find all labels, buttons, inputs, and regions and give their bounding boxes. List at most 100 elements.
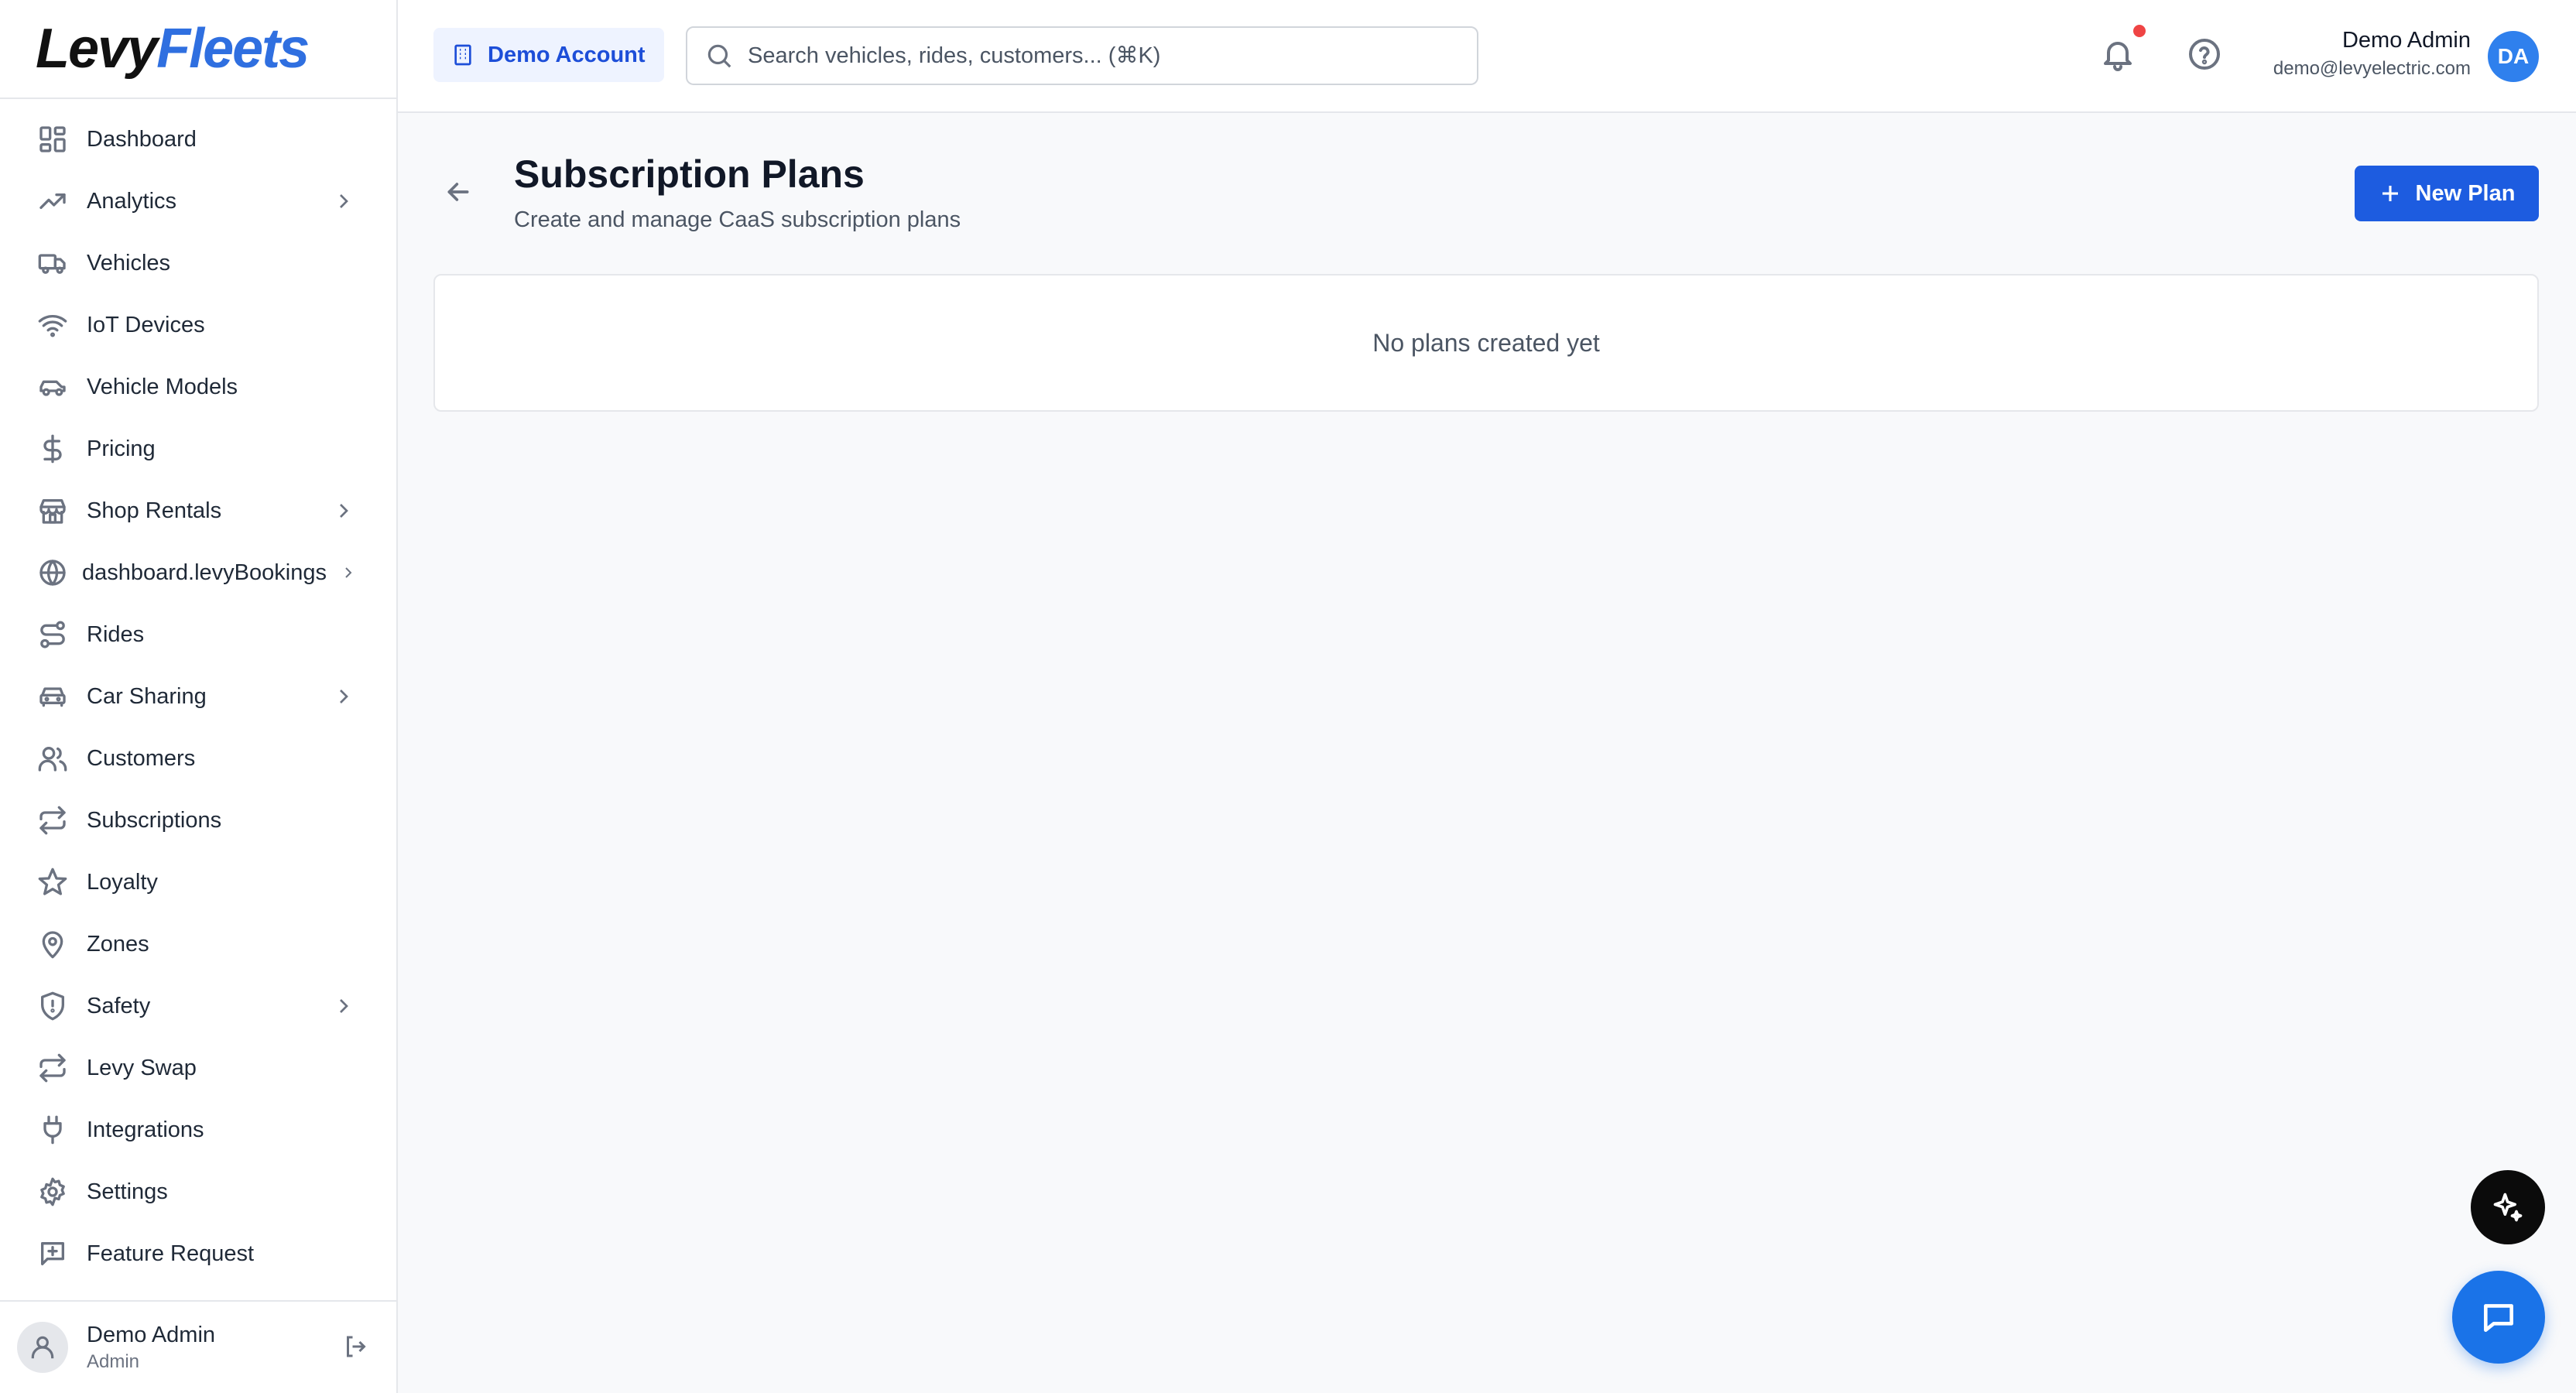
car-front-icon bbox=[36, 679, 70, 714]
sidebar-item-car-sharing[interactable]: Car Sharing bbox=[0, 666, 396, 727]
back-arrow-icon[interactable] bbox=[443, 176, 477, 210]
sparkles-icon bbox=[2493, 1193, 2523, 1222]
sidebar-item-label: Shop Rentals bbox=[87, 498, 222, 523]
sidebar-item-label: Vehicles bbox=[87, 250, 171, 276]
sidebar-item-label: Settings bbox=[87, 1179, 168, 1204]
new-plan-label: New Plan bbox=[2415, 180, 2516, 206]
sidebar-item-label: Rides bbox=[87, 621, 145, 647]
footer-user-role: Admin bbox=[87, 1350, 140, 1372]
sidebar-item-feature-request[interactable]: Feature Request bbox=[0, 1223, 396, 1285]
sidebar-item-shop-rentals[interactable]: Shop Rentals bbox=[0, 480, 396, 542]
ai-assistant-button[interactable] bbox=[2471, 1170, 2545, 1244]
sidebar-item-safety[interactable]: Safety bbox=[0, 975, 396, 1037]
sidebar-item-rides[interactable]: Rides bbox=[0, 604, 396, 666]
account-switcher-button[interactable]: Demo Account bbox=[433, 28, 664, 82]
sidebar-item-label: Dashboard bbox=[87, 126, 197, 152]
sidebar-item-pricing[interactable]: Pricing bbox=[0, 418, 396, 480]
help-circle-icon bbox=[2189, 39, 2220, 70]
page-title: Subscription Plans bbox=[514, 152, 865, 196]
chat-support-button[interactable] bbox=[2452, 1271, 2545, 1364]
notification-dot bbox=[2133, 25, 2146, 37]
sidebar-item-dashboard[interactable]: Dashboard bbox=[0, 108, 396, 170]
footer-user-name: Demo Admin bbox=[87, 1322, 216, 1347]
bell-icon bbox=[2104, 42, 2132, 71]
user-icon bbox=[31, 1336, 54, 1359]
chevron-right-icon bbox=[331, 498, 356, 523]
search-box bbox=[686, 26, 1478, 85]
notifications-button[interactable] bbox=[2099, 25, 2146, 76]
building-icon bbox=[454, 44, 471, 66]
sidebar-item-customers[interactable]: Customers bbox=[0, 727, 396, 789]
search-icon bbox=[707, 44, 731, 68]
sidebar-item-label: Vehicle Models bbox=[87, 374, 238, 399]
star-icon bbox=[36, 865, 70, 899]
sidebar-item-analytics[interactable]: Analytics bbox=[0, 170, 396, 232]
sidebar-item-levy-bookings[interactable]: dashboard.levyBookings bbox=[0, 542, 396, 604]
logout-icon[interactable] bbox=[342, 1333, 373, 1364]
account-label: Demo Account bbox=[488, 42, 646, 67]
main-content: Subscription Plans Create and manage Caa… bbox=[398, 113, 2576, 1393]
route-icon bbox=[36, 618, 70, 652]
shield-icon bbox=[36, 989, 70, 1023]
help-button[interactable] bbox=[2186, 36, 2226, 76]
chat-bubble-icon bbox=[2484, 1304, 2513, 1332]
wifi-icon bbox=[36, 308, 70, 342]
truck-icon bbox=[36, 246, 70, 280]
sidebar-item-zones[interactable]: Zones bbox=[0, 913, 396, 975]
sidebar-item-label: Car Sharing bbox=[87, 683, 207, 709]
sidebar: LevyFleets Dashboard Analytics Vehicles … bbox=[0, 0, 398, 1393]
sidebar-item-vehicles[interactable]: Vehicles bbox=[0, 232, 396, 294]
sidebar-item-label: Feature Request bbox=[87, 1241, 255, 1266]
new-plan-button[interactable]: New Plan bbox=[2355, 166, 2539, 221]
user-email: demo@levyelectric.com bbox=[2273, 58, 2471, 79]
avatar[interactable] bbox=[17, 1322, 68, 1373]
trending-up-icon bbox=[36, 184, 70, 218]
message-plus-icon bbox=[36, 1237, 70, 1271]
brand-logo[interactable]: LevyFleets bbox=[36, 21, 310, 77]
store-icon bbox=[36, 494, 70, 528]
sidebar-item-settings[interactable]: Settings bbox=[0, 1161, 396, 1223]
sidebar-item-label: Safety bbox=[87, 993, 151, 1018]
sidebar-item-subscriptions[interactable]: Subscriptions bbox=[0, 789, 396, 851]
sidebar-item-label: Subscriptions bbox=[87, 807, 222, 833]
sidebar-item-label: dashboard.levyBookings bbox=[82, 560, 327, 585]
sidebar-user-footer: Demo Admin Admin bbox=[0, 1300, 396, 1393]
plus-icon bbox=[2382, 186, 2398, 201]
search-input[interactable] bbox=[748, 43, 1460, 69]
chevron-right-icon bbox=[339, 560, 358, 585]
sidebar-item-label: Zones bbox=[87, 931, 149, 957]
users-icon bbox=[36, 741, 70, 775]
sidebar-item-vehicle-models[interactable]: Vehicle Models bbox=[0, 356, 396, 418]
sidebar-item-loyalty[interactable]: Loyalty bbox=[0, 851, 396, 913]
avatar[interactable]: DA bbox=[2488, 31, 2539, 82]
gear-icon bbox=[36, 1175, 70, 1209]
dollar-icon bbox=[36, 432, 70, 466]
grid-icon bbox=[36, 122, 70, 156]
sidebar-item-integrations[interactable]: Integrations bbox=[0, 1099, 396, 1161]
sidebar-item-levy-swap[interactable]: Levy Swap bbox=[0, 1037, 396, 1099]
sidebar-item-label: IoT Devices bbox=[87, 312, 205, 337]
footer-user-info: Demo Admin Admin bbox=[87, 1323, 215, 1373]
chevron-right-icon bbox=[331, 994, 356, 1018]
logo-area: LevyFleets bbox=[0, 0, 396, 99]
plans-empty-state: No plans created yet bbox=[433, 274, 2539, 412]
map-pin-icon bbox=[36, 927, 70, 961]
top-header: Demo Account Demo Admin demo@levyelectri… bbox=[398, 0, 2576, 113]
chevron-right-icon bbox=[331, 684, 356, 709]
swap-icon bbox=[36, 1051, 70, 1085]
sidebar-item-label: Loyalty bbox=[87, 869, 158, 895]
sidebar-item-label: Integrations bbox=[87, 1117, 204, 1142]
plug-icon bbox=[36, 1113, 70, 1147]
user-name: Demo Admin bbox=[2341, 28, 2471, 53]
sidebar-item-label: Analytics bbox=[87, 188, 177, 214]
car-icon bbox=[36, 370, 70, 404]
sidebar-item-label: Levy Swap bbox=[87, 1055, 197, 1080]
user-menu[interactable]: Demo Admin demo@levyelectric.com bbox=[2273, 28, 2471, 80]
chevron-right-icon bbox=[331, 189, 356, 214]
repeat-icon bbox=[36, 803, 70, 837]
sidebar-item-iot-devices[interactable]: IoT Devices bbox=[0, 294, 396, 356]
sidebar-item-label: Customers bbox=[87, 745, 196, 771]
page-subtitle: Create and manage CaaS subscription plan… bbox=[514, 207, 961, 232]
sidebar-nav: Dashboard Analytics Vehicles IoT Devices… bbox=[0, 99, 396, 1285]
sidebar-item-label: Pricing bbox=[87, 436, 156, 461]
